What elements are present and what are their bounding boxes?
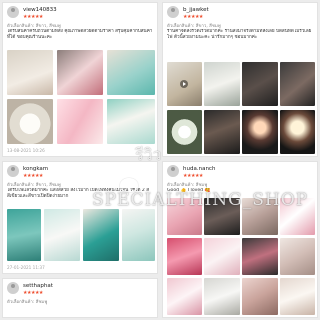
review-photos (7, 50, 155, 144)
review-photos (167, 198, 315, 315)
review-photo[interactable] (204, 238, 240, 275)
variation-label: ตัวเลือกสินค้า: สีชมพู (7, 300, 48, 305)
star-rating: ★★★★★ (183, 14, 203, 20)
watermark-review-text: รีวิว (135, 145, 162, 164)
review-photo[interactable] (204, 110, 240, 154)
variation-label: ตัวเลือกสินค้า: สีชมพู (167, 183, 208, 188)
username[interactable]: view140833 (23, 7, 57, 13)
review-card: b_jjawket ★★★★★ ตัวเลือกสินค้า: สีขาว, ส… (162, 2, 318, 157)
star-rating: ★★★★★ (23, 14, 43, 20)
review-card: view140833 ★★★★★ ตัวเลือกสินค้า: สีขาว, … (2, 2, 158, 157)
review-text (7, 305, 153, 315)
star-rating: ★★★★★ (183, 173, 203, 179)
review-photo[interactable] (242, 62, 278, 106)
username[interactable]: b_jjawket (183, 7, 209, 13)
review-photo[interactable] (242, 278, 278, 315)
review-photo[interactable] (57, 99, 103, 144)
review-photo[interactable] (280, 62, 315, 106)
review-photo[interactable] (167, 278, 202, 315)
shop-watermark: SPECIALTHING_SHOP (92, 190, 309, 210)
review-photos (7, 209, 155, 261)
review-photo[interactable] (167, 62, 202, 106)
review-photo[interactable] (167, 110, 202, 154)
username[interactable]: huda.nanch (183, 166, 215, 172)
review-photos (167, 62, 315, 154)
review-photo[interactable] (242, 238, 278, 275)
play-icon[interactable] (180, 80, 188, 88)
review-photo[interactable] (167, 238, 202, 275)
review-photo[interactable] (7, 99, 53, 144)
avatar[interactable] (167, 6, 179, 18)
username[interactable]: setthaphat (23, 283, 53, 289)
review-photo[interactable] (122, 209, 155, 261)
review-date: 27-01-2021 11:37 (7, 265, 45, 270)
variation-label: ตัวเลือกสินค้า: สีขาว, สีชมพู (7, 183, 61, 188)
review-card: kongkam ★★★★★ ตัวเลือกสินค้า: สีขาว, สีช… (2, 161, 158, 274)
review-photo[interactable] (7, 50, 53, 95)
avatar[interactable] (7, 6, 19, 18)
avatar[interactable] (167, 165, 179, 177)
review-photo[interactable] (204, 278, 240, 315)
review-photo[interactable] (107, 99, 155, 144)
variation-label: ตัวเลือกสินค้า: สีขาว, สีชมพู (7, 24, 61, 29)
star-rating: ★★★★★ (23, 290, 43, 296)
review-card: setthaphat ★★★★★ ตัวเลือกสินค้า: สีชมพู (2, 278, 158, 318)
review-photo[interactable] (204, 62, 240, 106)
variation-label: ตัวเลือกสินค้า: สีขาว, สีชมพู (167, 24, 221, 29)
star-rating: ★★★★★ (23, 173, 43, 179)
username[interactable]: kongkam (23, 166, 48, 172)
review-text: ได้รับสินค้าครบถ้วนตามที่สั่ง คุณภาพดีสว… (7, 29, 153, 40)
review-photo[interactable] (107, 50, 155, 95)
review-date: 13-08-2021 10:26 (7, 148, 45, 153)
review-photo[interactable] (83, 209, 119, 261)
review-photo[interactable] (280, 278, 315, 315)
review-photo[interactable] (7, 209, 41, 261)
avatar[interactable] (7, 282, 19, 294)
review-photo[interactable] (44, 209, 80, 261)
avatar[interactable] (7, 165, 19, 177)
review-photo[interactable] (280, 110, 315, 154)
review-photo[interactable] (280, 238, 315, 275)
review-text: ร้านค้าจัดส่งรวดเร็วดีมากค่ะ ร้านส่งมาจร… (167, 29, 312, 40)
review-photo[interactable] (242, 110, 278, 154)
review-photo[interactable] (57, 50, 103, 95)
review-card: huda.nanch ★★★★★ ตัวเลือกสินค้า: สีชมพู … (162, 161, 318, 318)
